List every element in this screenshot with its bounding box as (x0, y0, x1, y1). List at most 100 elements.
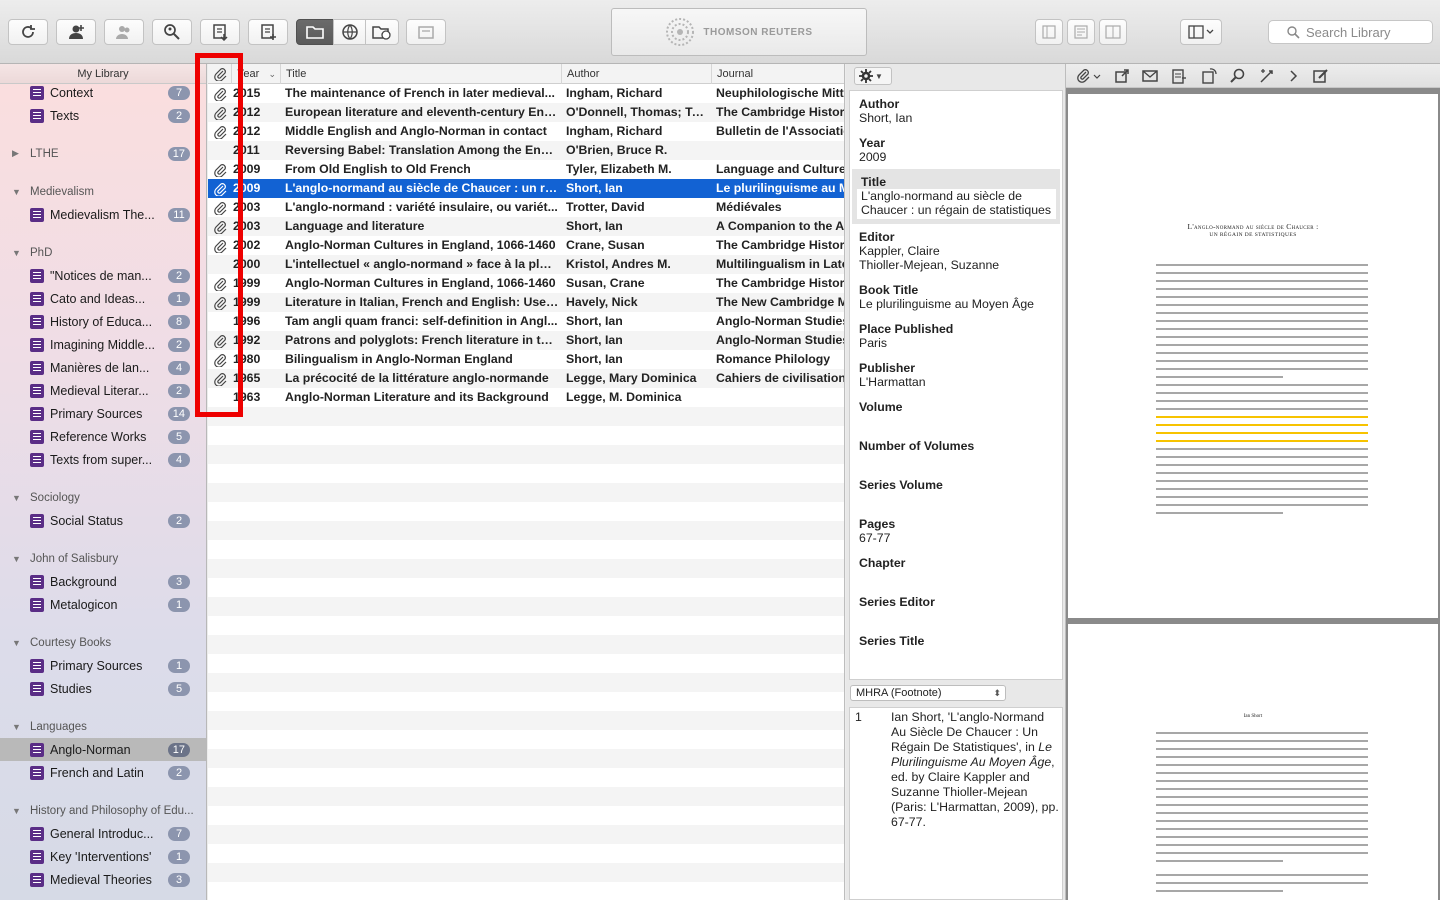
reference-row[interactable]: 2009 L'anglo-normand au siècle de Chaucer… (208, 179, 844, 198)
gear-menu-button[interactable]: ▼ (854, 67, 892, 85)
online-library-button[interactable] (333, 19, 366, 45)
output-style-select[interactable]: MHRA (Footnote) ⬍ (850, 685, 1006, 701)
reference-row[interactable]: 1963 Anglo-Norman Literature and its Back… (208, 388, 844, 407)
layout-button-2[interactable] (1067, 19, 1095, 45)
reference-row[interactable]: 2009 From Old English to Old French Tyler,… (208, 160, 844, 179)
field-author[interactable]: Author Short, Ian (850, 91, 1062, 130)
sidebar-group[interactable]: ▶ LTHE 17 (0, 142, 206, 165)
field-value[interactable]: 2009 (859, 150, 1054, 164)
find-icon[interactable] (1230, 68, 1246, 84)
sidebar-group[interactable]: ▼ Courtesy Books (0, 631, 206, 654)
field-value[interactable] (859, 609, 1054, 623)
sidebar-item[interactable]: Studies 5 (0, 677, 206, 700)
layout-button-1[interactable] (1035, 19, 1063, 45)
sidebar-group[interactable]: ▼ Medievalism (0, 180, 206, 203)
new-reference-button[interactable] (248, 19, 288, 45)
sidebar-item[interactable]: Key 'Interventions' 1 (0, 845, 206, 868)
search-library-field[interactable]: Search Library (1268, 20, 1433, 44)
sidebar-item[interactable]: Metalogicon 1 (0, 593, 206, 616)
reference-row[interactable]: 1965 La précocité de la littérature anglo… (208, 369, 844, 388)
import-button[interactable] (200, 19, 240, 45)
field-title[interactable]: Title L'anglo-normand au siècle de Chauce… (852, 169, 1060, 224)
disclosure-down-icon[interactable]: ▼ (12, 722, 22, 732)
author-column-header[interactable]: Author (561, 64, 711, 84)
field-value[interactable] (859, 414, 1054, 428)
sidebar-item[interactable]: Texts 2 (0, 104, 206, 127)
sidebar-item[interactable]: Medieval Theories 3 (0, 868, 206, 891)
field-volume[interactable]: Volume (850, 394, 1062, 433)
field-pages[interactable]: Pages 67-77 (850, 511, 1062, 550)
reference-row[interactable]: 1992 Patrons and polyglots: French litera… (208, 331, 844, 350)
reference-row[interactable]: 2002 Anglo-Norman Cultures in England, 10… (208, 236, 844, 255)
sidebar-group[interactable]: ▼ Languages (0, 715, 206, 738)
sidebar-item[interactable]: Social Status 2 (0, 509, 206, 532)
move-to-folder-button[interactable] (406, 19, 446, 45)
field-value[interactable]: Short, Ian (859, 111, 1054, 125)
sidebar-item[interactable]: Texts from super... 4 (0, 448, 206, 471)
sidebar-item[interactable]: Anglo-Norman 17 (0, 738, 206, 761)
pdf-page-1[interactable]: L'anglo-normand au siècle de Chaucer : u… (1068, 94, 1438, 618)
field-publisher[interactable]: Publisher L'Harmattan (850, 355, 1062, 394)
sidebar-item[interactable]: Medievalism The... 11 (0, 203, 206, 226)
local-library-button[interactable] (296, 19, 334, 45)
sidebar-item[interactable]: Imagining Middle... 2 (0, 333, 206, 356)
reference-row[interactable]: 2003 L'anglo-normand : variété insulaire,… (208, 198, 844, 217)
email-icon[interactable] (1142, 68, 1158, 84)
sidebar-item[interactable]: French and Latin 2 (0, 761, 206, 784)
new-group-button[interactable] (56, 19, 96, 45)
field-value[interactable] (859, 453, 1054, 467)
chevron-right-icon[interactable] (1288, 68, 1300, 84)
field-value[interactable] (859, 648, 1054, 662)
sidebar-item[interactable]: Background 3 (0, 570, 206, 593)
integrated-library-button[interactable] (365, 19, 399, 45)
year-column-header[interactable]: Year ⌄ (231, 64, 280, 84)
field-value[interactable]: 67-77 (859, 531, 1054, 545)
sidebar-item[interactable]: Primary Sources 1 (0, 654, 206, 677)
sidebar-item[interactable]: Context 7 (0, 81, 206, 104)
edit-note-icon[interactable] (1312, 68, 1330, 84)
field-value[interactable]: L'Harmattan (859, 375, 1054, 389)
field-value[interactable] (859, 570, 1054, 584)
reference-row[interactable]: 1980 Bilingualism in Anglo-Norman England… (208, 350, 844, 369)
reference-row[interactable]: 1999 Anglo-Norman Cultures in England, 10… (208, 274, 844, 293)
sidebar-item[interactable]: Manières de lan... 4 (0, 356, 206, 379)
field-value[interactable]: Kappler, Claire Thioller-Mejean, Suzanne (859, 244, 1054, 272)
field-series-editor[interactable]: Series Editor (850, 589, 1062, 628)
sync-button[interactable] (8, 19, 48, 45)
reference-row[interactable]: 2015 The maintenance of French in later m… (208, 84, 844, 103)
field-book-title[interactable]: Book Title Le plurilinguisme au Moyen Âge (850, 277, 1062, 316)
sidebar-item[interactable]: Primary Sources 14 (0, 402, 206, 425)
reference-row[interactable]: 1999 Literature in Italian, French and En… (208, 293, 844, 312)
field-value[interactable]: Paris (859, 336, 1054, 350)
field-value[interactable] (859, 492, 1054, 506)
sidebar-group[interactable]: ▼ PhD (0, 241, 206, 264)
layout-menu-button[interactable] (1180, 19, 1222, 45)
journal-column-header[interactable]: Journal (711, 64, 844, 84)
reference-row[interactable]: 2003 Language and literature Short, Ian A C… (208, 217, 844, 236)
field-year[interactable]: Year 2009 (850, 130, 1062, 169)
field-chapter[interactable]: Chapter (850, 550, 1062, 589)
sidebar-group[interactable]: ▼ History and Philosophy of Edu... (0, 799, 206, 822)
reference-row[interactable]: 2012 European literature and eleventh-cen… (208, 103, 844, 122)
sidebar-item[interactable]: General Introduc... 7 (0, 822, 206, 845)
reference-row[interactable]: 2012 Middle English and Anglo-Norman in c… (208, 122, 844, 141)
sidebar-group[interactable]: ▼ Sociology (0, 486, 206, 509)
reference-row[interactable]: 2011 Reversing Babel: Translation Among t… (208, 141, 844, 160)
share-group-button[interactable] (104, 19, 144, 45)
attachment-menu-icon[interactable] (1076, 68, 1102, 84)
field-series-volume[interactable]: Series Volume (850, 472, 1062, 511)
pdf-page-2[interactable]: Ian Short (1068, 624, 1438, 900)
disclosure-right-icon[interactable]: ▶ (12, 148, 22, 159)
online-search-button[interactable] (152, 19, 192, 45)
reference-row[interactable]: 1996 Tam angli quam franci: self-definiti… (208, 312, 844, 331)
sidebar-group[interactable]: ▼ John of Salisbury (0, 547, 206, 570)
disclosure-down-icon[interactable]: ▼ (12, 554, 22, 564)
field-value[interactable]: Le plurilinguisme au Moyen Âge (859, 297, 1054, 311)
title-column-header[interactable]: Title (280, 64, 561, 84)
sidebar-item[interactable]: Cato and Ideas... 1 (0, 287, 206, 310)
reference-row[interactable]: 2000 L'intellectuel « anglo-normand » fac… (208, 255, 844, 274)
sidebar-item[interactable]: "Notices de man... 2 (0, 264, 206, 287)
annotate-icon[interactable] (1258, 68, 1276, 84)
disclosure-down-icon[interactable]: ▼ (12, 638, 22, 648)
sidebar-item[interactable]: History of Educa... 8 (0, 310, 206, 333)
